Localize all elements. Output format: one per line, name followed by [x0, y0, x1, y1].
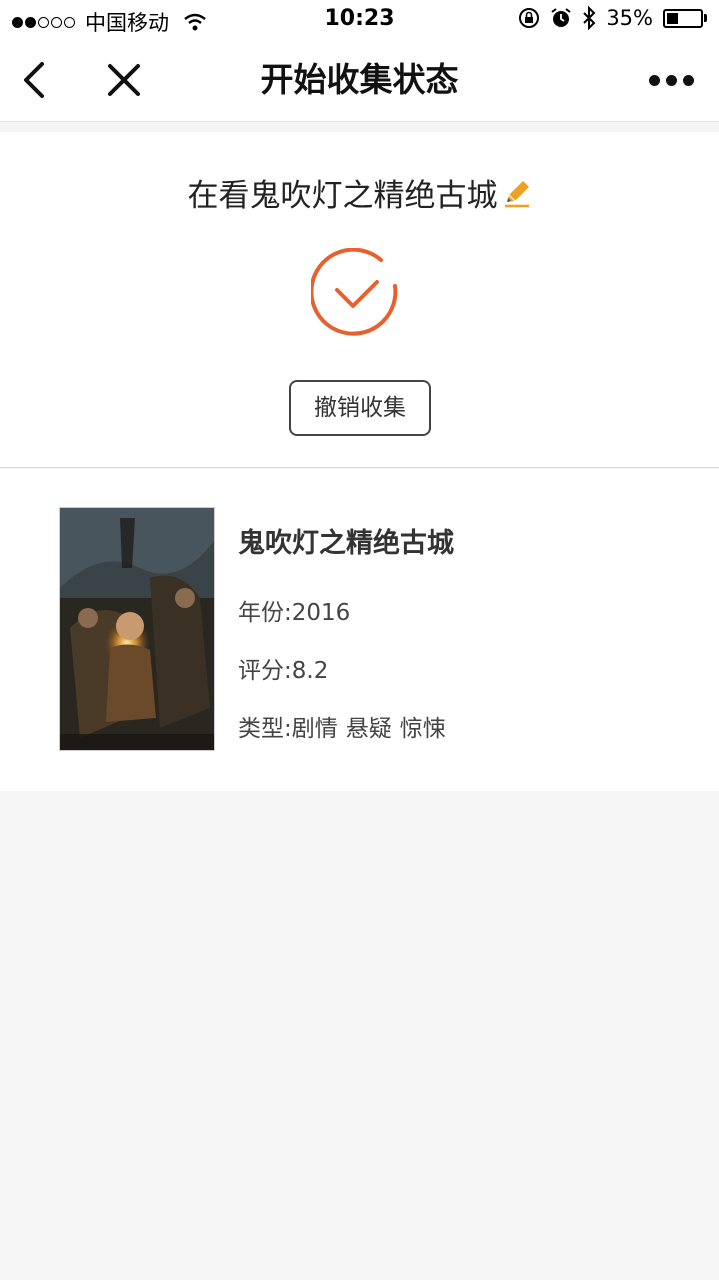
collection-status-card: 在看鬼吹灯之精绝古城 撤销收集: [0, 132, 719, 468]
genre-tag: 悬疑: [345, 716, 392, 742]
checkmark-circle-icon: [311, 248, 398, 336]
year-value: 2016: [291, 600, 351, 626]
movie-year: 年份:2016: [238, 593, 350, 627]
alarm-icon: [551, 8, 571, 27]
more-options-icon[interactable]: [649, 68, 695, 92]
movie-genres: 类型:剧情 悬疑 惊悚: [238, 709, 454, 743]
rotation-lock-icon: [519, 8, 540, 28]
movie-rating: 评分:8.2: [238, 651, 328, 685]
edit-pencil-icon[interactable]: [502, 178, 532, 208]
bluetooth-icon: [583, 6, 596, 30]
close-icon[interactable]: [102, 58, 146, 102]
movie-poster[interactable]: [59, 507, 215, 751]
battery-icon: [663, 8, 707, 28]
year-label: 年份:: [238, 600, 292, 626]
status-bar: 中国移动 10:23 35%: [0, 0, 719, 40]
page-title: 开始收集状态: [260, 60, 459, 99]
genre-tag: 惊悚: [399, 716, 446, 742]
status-heading-text: 在看鬼吹灯之精绝古城: [187, 178, 498, 214]
back-icon[interactable]: [14, 58, 58, 102]
status-heading: 在看鬼吹灯之精绝古城: [0, 170, 719, 215]
battery-percent: 35%: [606, 6, 653, 30]
poster-artwork: [60, 508, 214, 750]
cancel-collection-button[interactable]: 撤销收集: [289, 380, 431, 436]
genre-tag: 剧情: [291, 716, 338, 742]
movie-card[interactable]: 鬼吹灯之精绝古城 年份:2016 评分:8.2 类型:剧情 悬疑 惊悚: [0, 469, 719, 791]
rating-value: 8.2: [291, 658, 329, 684]
nav-bar: 开始收集状态: [0, 40, 719, 122]
movie-title[interactable]: 鬼吹灯之精绝古城: [238, 521, 454, 560]
status-right: 35%: [518, 6, 707, 30]
rating-label: 评分:: [238, 658, 292, 684]
genre-label: 类型:: [238, 716, 292, 742]
